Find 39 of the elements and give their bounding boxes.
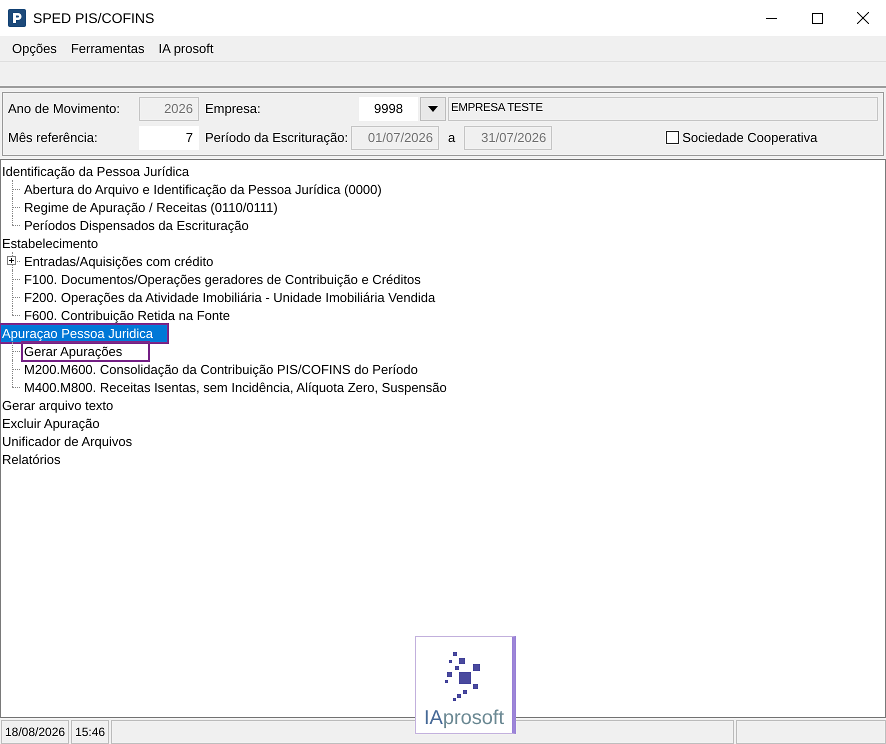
tree-item[interactable]: F100. Documentos/Operações geradores de Contribuição e Créditos	[23, 270, 422, 288]
tree-item[interactable]: Unificador de Arquivos	[1, 432, 134, 450]
field-label: Ano de Movimento:	[8, 100, 122, 118]
app-logo-icon	[8, 9, 26, 27]
cooperative-checkbox[interactable]: Sociedade Cooperativa	[666, 128, 818, 148]
status-cell: 18/08/2026	[1, 720, 70, 744]
tree-item[interactable]: Relatórios	[1, 450, 62, 468]
maximize-icon	[812, 12, 822, 24]
expand-icon[interactable]	[7, 256, 16, 265]
window-title: SPED PIS/COFINS	[33, 8, 154, 28]
tree-item[interactable]: Apuraçao Pessoa Juridica	[1, 324, 168, 342]
logo-wordmark: IAprosoft	[424, 708, 504, 728]
field-label: Empresa:	[205, 100, 262, 118]
tree-item[interactable]: Gerar Apurações	[23, 342, 148, 360]
close-icon	[857, 12, 869, 24]
tree-item[interactable]: F600. Contribuição Retida na Fonte	[23, 306, 231, 324]
menu-item[interactable]: IA prosoft	[152, 38, 220, 60]
menu-item[interactable]: Opções	[6, 38, 63, 60]
dropdown-button[interactable]	[420, 96, 446, 120]
company-name-field: EMPRESA TESTE	[448, 96, 878, 120]
tree-item[interactable]: M200.M600. Consolidação da Contribuição PIS/COFINS do Período	[23, 360, 419, 378]
tree-item[interactable]: F200. Operações da Atividade Imobiliária - Unidade Imobiliária Vendida	[23, 288, 436, 306]
tree-item[interactable]: Identificação da Pessoa Jurídica	[1, 162, 190, 180]
input-field[interactable]: 9998	[359, 96, 418, 120]
tree-item[interactable]: Períodos Dispensados da Escrituração	[23, 216, 250, 234]
caret-icon	[428, 106, 438, 112]
tree-item[interactable]: M400.M800. Receitas Isentas, sem Incidência, Alíquota Zero, Suspensão	[23, 378, 448, 396]
field-label: Período da Escrituração:	[205, 128, 350, 147]
menu-item[interactable]: Ferramentas	[64, 38, 151, 60]
tree-item[interactable]: Entradas/Aquisições com crédito	[23, 252, 214, 270]
tree-item[interactable]: Estabelecimento	[1, 234, 100, 252]
tree-item[interactable]: Regime de Apuração / Receitas (0110/0111)	[23, 198, 279, 216]
separator-label: a	[448, 128, 456, 147]
tree-item[interactable]: Gerar arquivo texto	[1, 396, 114, 414]
field-label: Mês referência:	[8, 128, 99, 147]
tree-item[interactable]: Excluir Apuração	[1, 414, 101, 432]
tree-item[interactable]: Abertura do Arquivo e Identificação da Pessoa Jurídica (0000)	[23, 180, 383, 198]
status-cell: 15:46	[71, 720, 110, 744]
input-field[interactable]: 7	[139, 126, 199, 150]
